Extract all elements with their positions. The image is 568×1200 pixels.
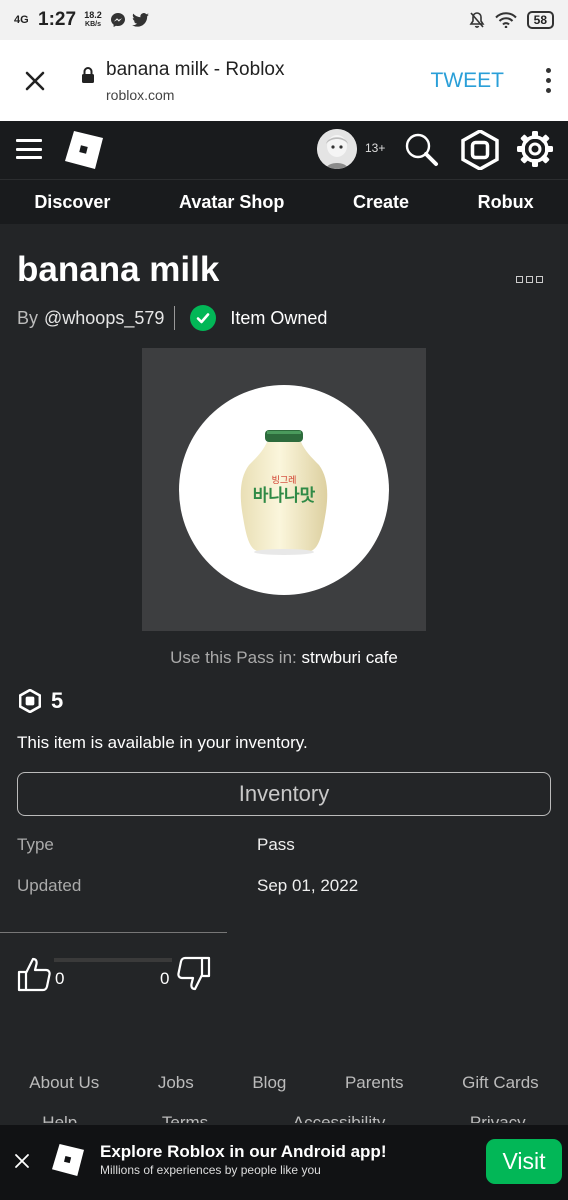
twitter-icon [132,13,149,27]
use-pass-line: Use this Pass in: strwburi cafe [0,648,568,668]
page-title: banana milk - Roblox [106,58,285,80]
status-bar: 4G 1:27 18.2 KB/s 58 [0,0,568,40]
footer-parents[interactable]: Parents [345,1073,404,1093]
footer-gift-cards[interactable]: Gift Cards [462,1073,539,1093]
network-indicator: 4G [14,14,29,26]
checkmark-icon [190,305,217,331]
detail-updated-value: Sep 01, 2022 [257,876,359,895]
roblox-topbar: 13+ [0,121,568,179]
item-byline: By @whoops_579 Item Owned [17,305,327,331]
app-banner: Explore Roblox in our Android app! Milli… [0,1125,568,1200]
detail-type-label: Type [17,835,54,854]
lock-icon [82,66,94,83]
network-speed: 18.2 KB/s [84,10,102,29]
item-price: 5 [19,688,63,714]
mute-icon [469,12,485,28]
section-divider [0,932,227,933]
clock: 1:27 [38,9,77,30]
banana-milk-image: 빙그레 바나나맛 [179,384,389,595]
nav-discover[interactable]: Discover [34,192,110,213]
roblox-logo [52,1144,84,1176]
creator-link[interactable]: @whoops_579 [44,308,164,329]
footer-about-us[interactable]: About Us [29,1073,99,1093]
item-thumbnail: 빙그레 바나나맛 [142,348,426,631]
footer-blog[interactable]: Blog [252,1073,286,1093]
menu-button[interactable] [16,139,42,159]
close-icon[interactable] [14,1153,30,1169]
age-badge: 13+ [365,141,386,155]
visit-button[interactable]: Visit [486,1139,562,1184]
price-value: 5 [51,688,64,713]
svg-text:빙그레: 빙그레 [272,475,297,486]
tweet-button[interactable]: TWEET [431,69,505,93]
robux-icon [19,689,41,713]
thumbs-up-icon[interactable] [17,956,51,992]
use-pass-label: Use this Pass in: [170,648,297,667]
browser-header: banana milk - Roblox roblox.com TWEET [0,40,568,121]
footer-links: About Us Jobs Blog Parents Gift Cards [0,1073,568,1093]
divider [174,306,176,330]
item-options-button[interactable] [516,276,543,283]
nav-robux[interactable]: Robux [478,192,534,213]
footer-accessibility[interactable]: Accessibility [293,1113,386,1123]
battery-icon: 58 [526,11,554,29]
avatar[interactable] [317,129,357,169]
item-title: banana milk [17,250,220,289]
footer-jobs[interactable]: Jobs [158,1073,194,1093]
owned-status: Item Owned [230,307,328,328]
availability-text: This item is available in your inventory… [17,733,308,752]
footer-terms[interactable]: Terms [162,1113,208,1123]
robux-icon[interactable] [461,130,499,170]
voting-panel: 0 0 [17,956,213,992]
thumbs-down-icon[interactable] [177,956,211,992]
nav-avatar-shop[interactable]: Avatar Shop [179,192,284,213]
footer-links-row2: Help Terms Accessibility Privacy [0,1113,568,1123]
close-icon [25,71,45,90]
more-options-button[interactable] [528,68,568,93]
page-url: roblox.com [106,86,175,103]
messenger-icon [111,13,126,27]
close-tab-button[interactable] [0,71,70,91]
detail-type-value: Pass [257,835,295,854]
roblox-logo[interactable] [65,131,103,169]
banner-subtitle: Millions of experiences by people like y… [100,1163,321,1177]
vote-ratio-bar [54,958,172,962]
svg-text:바나나맛: 바나나맛 [253,486,316,506]
search-icon[interactable] [404,132,440,168]
wifi-icon [494,12,517,28]
by-label: By [17,307,39,328]
more-icon [516,276,523,283]
downvote-count: 0 [160,969,170,988]
main-nav: Discover Avatar Shop Create Robux [0,179,568,224]
upvote-count: 0 [55,969,65,988]
banner-title: Explore Roblox in our Android app! [100,1142,387,1161]
game-link[interactable]: strwburi cafe [301,648,397,667]
settings-gear-icon[interactable] [516,130,554,168]
detail-updated-label: Updated [17,876,82,895]
footer-privacy[interactable]: Privacy [470,1113,526,1123]
more-icon [545,68,551,73]
footer-help[interactable]: Help [42,1113,77,1123]
nav-create[interactable]: Create [353,192,409,213]
inventory-button[interactable]: Inventory [17,772,551,816]
